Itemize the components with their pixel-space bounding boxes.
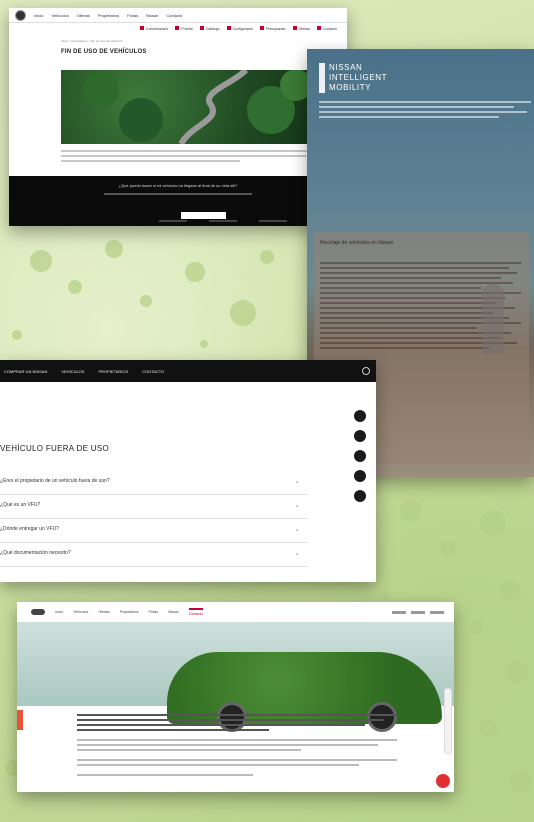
intro-text [61, 150, 316, 165]
sub-nav: Concesionario Prueba Catálogo Configurad… [9, 23, 347, 33]
nav-tools [392, 610, 444, 614]
nissan-logo-icon[interactable] [31, 609, 45, 615]
nav-item[interactable]: Inicio [55, 610, 63, 614]
faq-row[interactable]: ¿Dónde entregar un VFU? ⌄ [0, 520, 308, 543]
banner-subtext [104, 193, 252, 195]
nav-item[interactable]: Contacto [166, 13, 182, 18]
subnav-item[interactable]: Presupuesto [259, 25, 286, 31]
chevron-down-icon: ⌄ [294, 550, 300, 557]
nav-item[interactable]: Propietarios [98, 13, 119, 18]
nav-item[interactable]: Propietarios [120, 610, 139, 614]
screenshot-green-car-page: Inicio Vehículos Ofertas Propietarios Fl… [17, 602, 454, 792]
brand-line: NISSAN [329, 63, 363, 72]
contact-button[interactable] [181, 212, 226, 219]
search-icon[interactable] [362, 367, 370, 375]
nav-item[interactable]: CONTACTO [142, 369, 164, 374]
chevron-down-icon: ⌄ [294, 526, 300, 533]
page-title: FIN DE USO DE VEHÍCULOS [61, 49, 147, 55]
nav-item[interactable]: Vehículos [73, 610, 88, 614]
brand-mark-icon [319, 63, 325, 93]
subnav-item[interactable]: Contacto [316, 25, 337, 31]
nav-item[interactable]: Flotas [149, 610, 159, 614]
faq-question: ¿Dónde entregar un VFU? [0, 526, 59, 532]
nissan-logo-icon[interactable] [15, 9, 26, 21]
nav-item[interactable]: COMPRAR UN NISSAN [4, 369, 47, 374]
nav-item[interactable]: Flotas [127, 13, 138, 18]
screenshot-faq-page: COMPRAR UN NISSAN VEHÍCULOS PROPIETARIOS… [0, 360, 376, 582]
subnav-item[interactable]: Configurador [226, 25, 253, 31]
nav-item[interactable]: Ofertas [77, 13, 90, 18]
nav-item[interactable]: PROPIETARIOS [98, 369, 128, 374]
nav-item-active[interactable]: Contacto [188, 608, 203, 616]
top-nav: COMPRAR UN NISSAN VEHÍCULOS PROPIETARIOS… [0, 360, 376, 382]
scroll-rail[interactable] [444, 688, 452, 754]
subnav-item[interactable]: Catálogo [199, 25, 220, 31]
nav-item[interactable]: Nissan [146, 13, 158, 18]
subnav-item[interactable]: Ofertas [292, 25, 310, 31]
brand-line: MOBILITY [329, 83, 372, 92]
feedback-tab[interactable] [17, 710, 23, 730]
nav-item[interactable]: Ofertas [98, 610, 109, 614]
screenshot-end-of-life-page: Inicio Vehículos Ofertas Propietarios Fl… [9, 8, 347, 226]
chat-button[interactable] [436, 774, 450, 788]
top-nav: Inicio Vehículos Ofertas Propietarios Fl… [17, 602, 454, 623]
subnav-item[interactable]: Prueba [175, 25, 193, 31]
nav-item[interactable]: Vehículos [51, 13, 68, 18]
brand-line: INTELLIGENT [329, 73, 388, 82]
card-title: Reciclaje de vehículos en Nissan [320, 240, 394, 246]
forest-road-image [61, 70, 316, 144]
share-icon[interactable] [354, 430, 366, 442]
nav-item[interactable]: VEHÍCULOS [61, 369, 84, 374]
person-silhouette [482, 284, 504, 354]
page-heading: VEHÍCULO FUERA DE USO [0, 444, 109, 453]
banner-question: ¿Qué puedo hacer si mi vehículo ha llega… [118, 183, 238, 188]
faq-row[interactable]: ¿Qué es un VFU? ⌄ [0, 496, 308, 519]
share-icon[interactable] [354, 470, 366, 482]
article-text [77, 714, 397, 779]
contact-banner: ¿Qué puedo hacer si mi vehículo ha llega… [9, 176, 347, 226]
nav-item[interactable]: Inicio [34, 13, 43, 18]
faq-question: ¿Qué es un VFU? [0, 502, 41, 508]
subnav-item[interactable]: Concesionario [139, 25, 168, 31]
share-icon[interactable] [354, 490, 366, 502]
breadcrumb[interactable]: Inicio > Propietarios > Fin de Uso del V… [61, 39, 347, 43]
chevron-down-icon: ⌄ [294, 478, 300, 485]
faq-row[interactable]: ¿Qué documentación necesito? ⌄ [0, 544, 308, 567]
green-car-hero [17, 622, 454, 732]
nav-item[interactable]: Nissan [168, 610, 179, 614]
share-icon[interactable] [354, 450, 366, 462]
faq-question: ¿Qué documentación necesito? [0, 550, 71, 556]
intro-text [319, 101, 531, 121]
share-icon[interactable] [354, 410, 366, 422]
chevron-down-icon: ⌄ [294, 502, 300, 509]
top-nav: Inicio Vehículos Ofertas Propietarios Fl… [9, 8, 347, 23]
faq-question: ¿Eres el propietario de un vehículo fuer… [0, 478, 110, 484]
faq-row[interactable]: ¿Eres el propietario de un vehículo fuer… [0, 472, 308, 495]
